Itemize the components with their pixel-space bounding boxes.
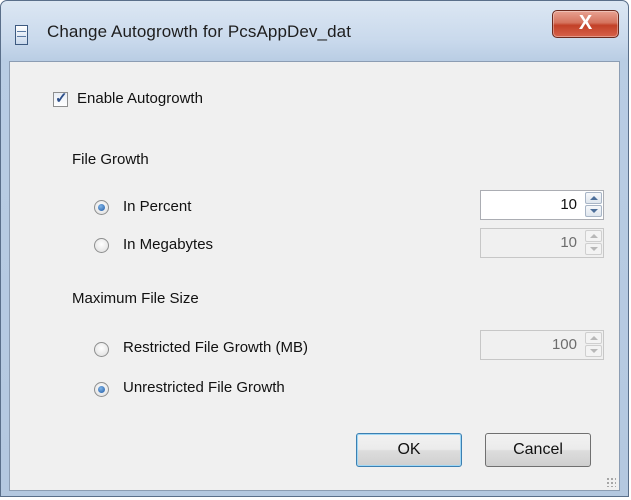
enable-autogrowth-label[interactable]: Enable Autogrowth — [77, 90, 203, 107]
checkmark-icon: ✓ — [55, 90, 68, 107]
restricted-growth-label[interactable]: Restricted File Growth (MB) — [123, 339, 308, 356]
dialog-window: Change Autogrowth for PcsAppDev_dat X ✓ … — [0, 0, 629, 497]
spin-up-icon — [585, 332, 602, 344]
dialog-body: ✓ Enable Autogrowth File Growth In Perce… — [9, 61, 620, 491]
megabytes-spinbox: 10 — [480, 228, 604, 258]
in-percent-radio[interactable] — [94, 200, 109, 215]
close-button[interactable]: X — [552, 10, 619, 38]
ok-button[interactable]: OK — [356, 433, 462, 467]
percent-spinbox[interactable]: 10 — [480, 190, 604, 220]
spin-down-icon — [585, 243, 602, 255]
maximum-file-size-heading: Maximum File Size — [72, 290, 199, 307]
percent-value: 10 — [560, 196, 577, 213]
cancel-button[interactable]: Cancel — [485, 433, 591, 467]
window-title: Change Autogrowth for PcsAppDev_dat — [47, 22, 352, 41]
spin-down-icon[interactable] — [585, 205, 602, 217]
title-bar[interactable]: Change Autogrowth for PcsAppDev_dat X — [1, 1, 628, 63]
in-megabytes-label[interactable]: In Megabytes — [123, 236, 213, 253]
spin-up-icon[interactable] — [585, 192, 602, 204]
in-percent-label[interactable]: In Percent — [123, 198, 191, 215]
unrestricted-growth-label[interactable]: Unrestricted File Growth — [123, 379, 285, 396]
enable-autogrowth-checkbox[interactable]: ✓ — [53, 90, 68, 107]
unrestricted-growth-radio[interactable] — [94, 382, 109, 397]
restricted-size-spinbox: 100 — [480, 330, 604, 360]
spin-up-icon — [585, 230, 602, 242]
file-growth-heading: File Growth — [72, 151, 149, 168]
spin-down-icon — [585, 345, 602, 357]
restricted-growth-radio[interactable] — [94, 342, 109, 357]
in-megabytes-radio[interactable] — [94, 238, 109, 253]
restricted-size-value: 100 — [551, 336, 577, 353]
resize-grip-icon[interactable] — [606, 477, 616, 487]
window-icon — [15, 25, 28, 45]
megabytes-value: 10 — [560, 234, 577, 251]
